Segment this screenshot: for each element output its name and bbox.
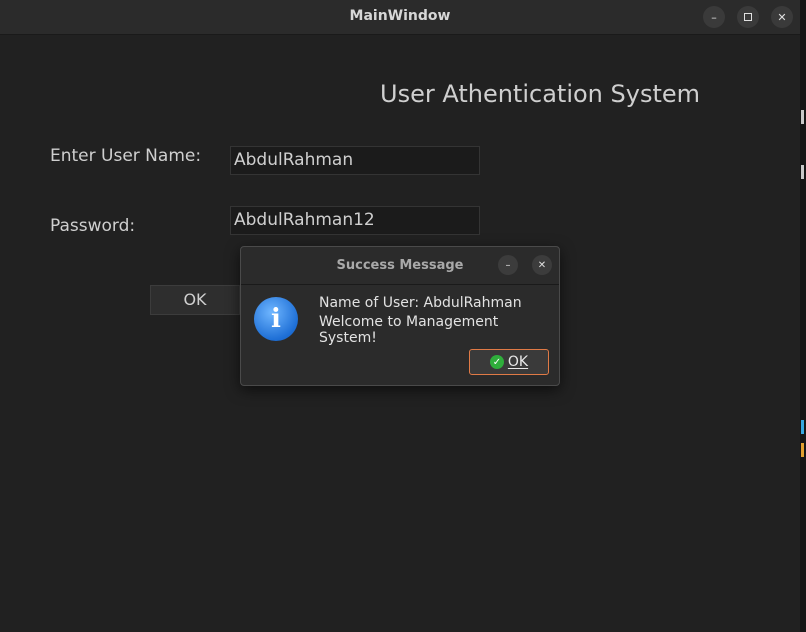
dialog-close-button[interactable]: ✕ xyxy=(532,255,552,275)
dialog-message-line1: Name of User: AbdulRahman xyxy=(319,295,522,311)
dialog-minimize-button[interactable]: – xyxy=(498,255,518,275)
check-icon: ✓ xyxy=(489,355,504,369)
background-text-fragment xyxy=(801,420,804,434)
close-icon: ✕ xyxy=(777,10,787,24)
dialog-ok-label: OK xyxy=(507,354,529,370)
page-title: User Athentication System xyxy=(380,80,701,108)
title-bar[interactable]: MainWindow – ✕ xyxy=(0,0,800,35)
info-icon: i xyxy=(254,297,298,341)
window-title: MainWindow xyxy=(349,8,451,24)
dialog-ok-button[interactable]: ✓ OK xyxy=(469,349,549,375)
minimize-icon: – xyxy=(505,259,511,271)
close-icon: ✕ xyxy=(537,259,547,271)
maximize-button[interactable] xyxy=(737,6,759,28)
password-field[interactable]: AbdulRahman12 xyxy=(230,206,480,235)
close-button[interactable]: ✕ xyxy=(771,6,793,28)
username-label: Enter User Name: xyxy=(50,146,202,166)
success-dialog: Success Message – ✕ i Name of User: Abdu… xyxy=(240,246,560,386)
ok-button[interactable]: OK xyxy=(150,285,240,315)
username-field[interactable]: AbdulRahman xyxy=(230,146,480,175)
background-text-fragment xyxy=(801,165,804,179)
dialog-divider xyxy=(241,284,559,285)
minimize-button[interactable]: – xyxy=(703,6,725,28)
main-window: MainWindow – ✕ User Athentication System… xyxy=(0,0,800,632)
dialog-message-line2: Welcome to Management System! xyxy=(319,314,499,346)
background-text-fragment xyxy=(801,110,804,124)
password-label: Password: xyxy=(50,216,136,236)
minimize-icon: – xyxy=(711,10,717,24)
background-text-fragment xyxy=(801,443,804,457)
maximize-icon xyxy=(744,13,752,21)
background-window-edge xyxy=(800,0,806,632)
